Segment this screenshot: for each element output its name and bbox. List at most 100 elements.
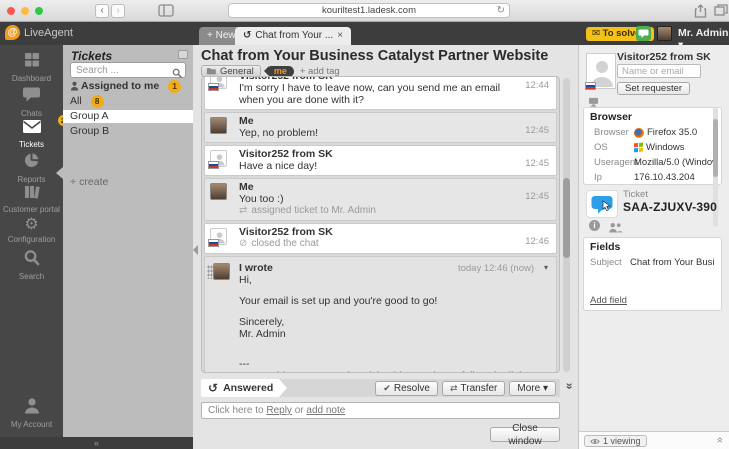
check-icon: ✔ [383,382,391,395]
filter-group-a[interactable]: Group A [63,110,193,123]
ticket-label: Ticket [623,189,648,200]
collapse-sidebar-button[interactable]: « [0,437,193,449]
windows-icon [634,143,643,153]
more-button[interactable]: More ▾ [509,381,556,396]
add-note-link[interactable]: add note [306,405,345,416]
tab-label: Chat from Your ... [255,27,333,45]
tab-close-icon[interactable]: × [337,27,343,45]
liveagent-logo[interactable]: @ LiveAgent [5,25,73,40]
add-field-link[interactable]: Add field [590,295,627,306]
main-sidebar: Dashboard Chats 2 Tickets Reports Custom… [0,45,63,437]
requester-email-input[interactable] [617,64,701,78]
admin-avatar[interactable] [657,26,672,41]
sidebar-item-tickets[interactable]: 2 Tickets [0,119,63,149]
me-tag[interactable]: me [269,66,294,77]
visitor-details-panel: Visitor252 from SK Set requester Browser… [578,45,729,449]
slovakia-flag-icon [208,239,219,247]
reply-input[interactable]: Click here to Reply or add note [201,402,560,419]
tab-refresh-icon: ↺ [243,27,251,45]
add-tag-button[interactable]: + add tag [300,66,340,77]
sidebar-toggle-icon[interactable] [158,4,174,22]
chat-scrollbar[interactable] [563,78,570,372]
expand-panel-icon[interactable]: » [714,437,726,443]
sidebar-item-dashboard[interactable]: Dashboard [0,52,63,83]
create-filter-button[interactable]: +create [70,176,108,188]
back-button[interactable]: ‹ [95,4,109,18]
transfer-button[interactable]: ⇄ Transfer [442,381,505,396]
status-answered: ↺ Answered [201,379,279,397]
info-icon[interactable]: i [589,220,600,231]
chat-status-button[interactable] [636,26,651,41]
sidebar-item-configuration[interactable]: ⚙ Configuration [0,216,63,244]
assign-icon: ⇄ [239,205,247,216]
assignee-person-icon [70,81,79,95]
chat-closed-icon: ⊘ [239,238,247,249]
ticket-type-tile [586,190,618,218]
viewing-badge: 1 viewing [584,435,647,447]
subject-row: Subject Chat from Your Business C... [584,255,721,270]
filter-group-b[interactable]: Group B [63,125,193,138]
browser-chrome: ‹ › kouriltest1.ladesk.com ↻ [0,0,729,22]
visitor-avatar [210,76,227,89]
slovakia-flag-icon [208,83,219,91]
participants-icon[interactable] [608,220,623,238]
browser-row: Browser Firefox 35.0 [584,125,721,140]
all-count-badge: 8 [91,95,104,108]
reply-link[interactable]: Reply [266,405,292,416]
collapse-statusbar-icon[interactable]: « [561,383,575,390]
application-window: ‹ › kouriltest1.ladesk.com ↻ @ LiveAgent… [0,0,729,449]
sidebar-item-my-account[interactable]: My Account [0,397,63,429]
chat-message: Me You too :) ⇄assigned ticket to Mr. Ad… [204,178,557,221]
maximize-window-icon[interactable] [35,7,43,15]
eye-icon [590,438,600,445]
visitor-name: Visitor252 from SK [617,51,711,63]
os-row: OS Windows [584,140,721,155]
browser-info-card: Browser Browser Firefox 35.0 OS Windows … [583,107,722,185]
address-bar[interactable]: kouriltest1.ladesk.com ↻ [228,3,510,18]
ticket-code: SAA-ZJUXV-390 [623,200,717,214]
set-requester-button[interactable]: Set requester [617,82,690,95]
panel-resize-handle[interactable] [193,245,198,255]
chat-ticket-icon [591,194,615,216]
answered-reply-icon: ↺ [208,381,218,395]
filter-all[interactable]: All 8 [63,95,193,108]
chat-message: Visitor252 from SK Have a nice day! 12:4… [204,145,557,176]
message-options-caret[interactable]: ▾ [544,263,548,272]
filter-assigned-to-me[interactable]: Assigned to me 1 [63,80,193,93]
search-input[interactable] [70,62,186,78]
share-icon[interactable] [694,4,707,23]
resolve-button[interactable]: ✔ Resolve [375,381,438,396]
pin-panel-icon[interactable] [178,50,188,59]
forward-button[interactable]: › [111,4,125,18]
chat-bubble-icon [638,28,649,39]
app-header: @ LiveAgent + New ↺ Chat from Your ... ×… [0,22,729,45]
active-panel-pointer [56,167,63,179]
tickets-panel-title: Tickets [71,49,112,63]
dashboard-icon [23,52,41,68]
assigned-count-badge: 1 [168,80,181,93]
agent-avatar [210,117,227,134]
visitor-avatar-large [586,53,616,89]
plus-icon: + [70,176,76,188]
sidebar-item-chats[interactable]: Chats [0,86,63,118]
brand-name: LiveAgent [24,27,73,39]
minimize-window-icon[interactable] [21,7,29,15]
tabs-overview-icon[interactable] [714,4,728,22]
close-window-button[interactable]: Close window [490,427,560,442]
gear-icon: ⚙ [24,216,38,233]
details-scrollbar-thumb[interactable] [713,119,718,177]
reload-icon[interactable]: ↻ [497,4,505,17]
close-window-icon[interactable] [7,7,15,15]
sidebar-item-search[interactable]: Search [0,249,63,281]
firefox-icon [634,128,644,138]
sidebar-item-reports[interactable]: Reports [0,152,63,184]
window-controls [7,7,43,15]
tickets-panel: Tickets Assigned to me 1 All 8 Group A G… [63,45,193,437]
sidebar-item-customer-portal[interactable]: Customer portal [0,184,63,214]
chat-scrollbar-thumb[interactable] [563,178,570,258]
tab-chat[interactable]: ↺ Chat from Your ... × [235,27,351,45]
ticket-title: Chat from Your Business Catalyst Partner… [201,48,548,64]
liveagent-logo-icon: @ [5,25,20,40]
agent-avatar [213,263,230,280]
tickets-icon [22,119,42,134]
